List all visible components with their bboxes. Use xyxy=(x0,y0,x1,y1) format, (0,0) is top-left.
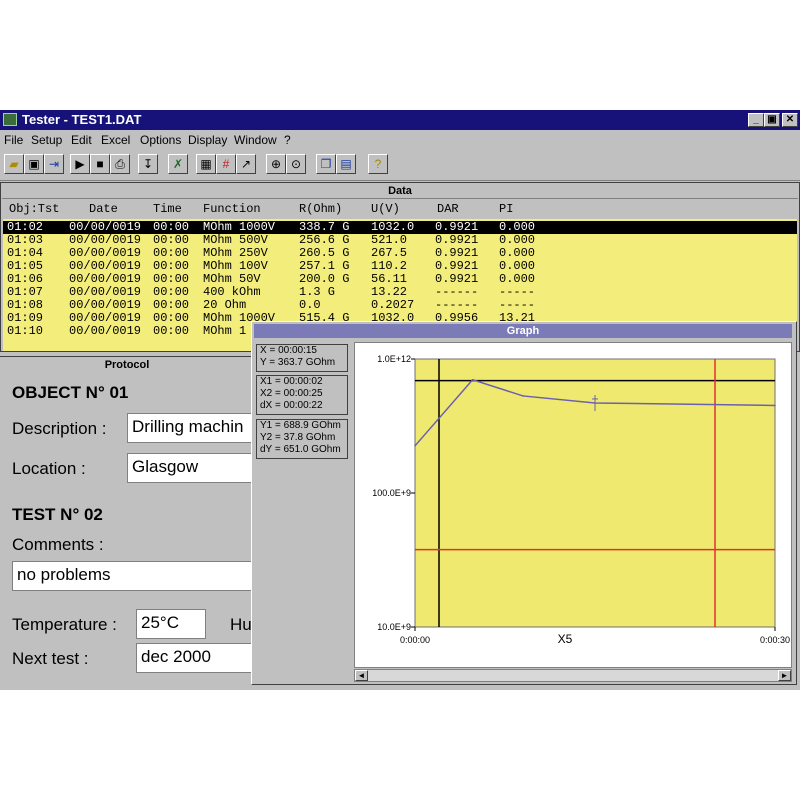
col-pi[interactable]: PI xyxy=(499,202,513,216)
series-point xyxy=(774,404,776,407)
data-window-title: Data xyxy=(2,184,798,199)
menu-help[interactable]: ? xyxy=(284,133,291,147)
restore-button[interactable]: ▣ xyxy=(764,113,780,127)
graph-panel: 1.0E+12 100.0E+9 10.0E+9 0:00:00 0:00:30 X5 xyxy=(354,342,792,668)
graph-window: Graph X = 00:00:15 Y = 363.7 GOhm X1 = 0… xyxy=(251,321,797,685)
protocol-window: Protocol OBJECT N° 01 Description : Dril… xyxy=(0,356,257,690)
cursor-info: X = 00:00:15 Y = 363.7 GOhm xyxy=(256,344,348,372)
scroll-right-icon[interactable]: ► xyxy=(778,670,791,681)
y1-value: Y1 = 688.9 GOhm xyxy=(260,420,341,431)
import-icon[interactable]: ⇥ xyxy=(44,154,64,174)
graph-chart[interactable]: 1.0E+12 100.0E+9 10.0E+9 0:00:00 0:00:30 X5 xyxy=(355,343,791,667)
graph-title[interactable]: Graph xyxy=(254,324,792,338)
cursor-y: Y = 363.7 GOhm xyxy=(260,357,336,368)
table-cell: 00/00/0019 xyxy=(69,324,142,338)
menu-edit[interactable]: Edit xyxy=(71,133,92,147)
series-point xyxy=(414,445,416,447)
menu-options[interactable]: Options xyxy=(140,133,181,147)
menu-setup[interactable]: Setup xyxy=(31,133,62,147)
x-tick-label: 0:00:00 xyxy=(400,635,430,645)
description-label: Description : xyxy=(12,419,107,438)
menu-file[interactable]: File xyxy=(4,133,23,147)
location-field[interactable]: Glasgow xyxy=(127,453,257,483)
col-date[interactable]: Date xyxy=(89,202,118,216)
x2-value: X2 = 00:00:25 xyxy=(260,388,323,399)
y-tick-label: 1.0E+12 xyxy=(377,354,411,364)
description-field[interactable]: Drilling machin xyxy=(127,413,257,443)
col-dar[interactable]: DAR xyxy=(437,202,459,216)
save-icon[interactable]: ▣ xyxy=(24,154,44,174)
col-r-ohm[interactable]: R(Ohm) xyxy=(299,202,342,216)
print-icon[interactable]: ⎙ xyxy=(110,154,130,174)
protocol-title: Protocol xyxy=(104,359,150,371)
close-button[interactable]: ✕ xyxy=(782,113,798,127)
stop-icon[interactable]: ■ xyxy=(90,154,110,174)
col-u-v[interactable]: U(V) xyxy=(371,202,400,216)
y2-value: Y2 = 37.8 GOhm xyxy=(260,432,336,443)
col-time[interactable]: Time xyxy=(153,202,182,216)
help-icon[interactable]: ? xyxy=(368,154,388,174)
window-cascade-icon[interactable]: ❐ xyxy=(316,154,336,174)
table-icon[interactable]: ▦ xyxy=(196,154,216,174)
horizontal-scrollbar[interactable]: ◄ ► xyxy=(354,669,792,682)
curve-icon[interactable]: ↗ xyxy=(236,154,256,174)
title-bar[interactable]: Tester - TEST1.DAT _ ▣ ✕ xyxy=(0,110,800,130)
scroll-left-icon[interactable]: ◄ xyxy=(355,670,368,681)
col-obj-tst[interactable]: Obj:Tst xyxy=(9,202,59,216)
temperature-label: Temperature : xyxy=(12,615,117,634)
play-icon[interactable]: ▶ xyxy=(70,154,90,174)
tester-window: Tester - TEST1.DAT _ ▣ ✕ File Setup Edit… xyxy=(0,110,800,690)
object-heading: OBJECT N° 01 xyxy=(12,383,129,402)
menu-bar: File Setup Edit Excel Options Display Wi… xyxy=(0,130,800,150)
x1-value: X1 = 00:00:02 xyxy=(260,376,323,387)
app-icon[interactable] xyxy=(3,113,17,126)
cursor-x: X = 00:00:15 xyxy=(260,345,317,356)
table-cell: 01:10 xyxy=(7,324,44,338)
test-heading: TEST N° 02 xyxy=(12,505,103,524)
comments-field[interactable]: no problems xyxy=(12,561,257,591)
window-title: Tester - TEST1.DAT xyxy=(22,112,142,127)
comments-label: Comments : xyxy=(12,535,104,554)
menu-excel[interactable]: Excel xyxy=(101,133,130,147)
toolbar: ▰ ▣ ⇥ ▶ ■ ⎙ ↧ ✗ ▦ # ↗ ⊕ ⊙ ❐ ▤ ? xyxy=(0,150,800,181)
y-cursor-info: Y1 = 688.9 GOhm Y2 = 37.8 GOhm dY = 651.… xyxy=(256,419,348,459)
menu-window[interactable]: Window xyxy=(234,133,277,147)
data-header: Obj:Tst Date Time Function R(Ohm) U(V) D… xyxy=(3,199,797,219)
grid-icon[interactable]: # xyxy=(216,154,236,174)
tools-icon[interactable]: ✗ xyxy=(168,154,188,174)
dy-value: dY = 651.0 GOhm xyxy=(260,444,341,455)
x-cursor-info: X1 = 00:00:02 X2 = 00:00:25 dX = 00:00:2… xyxy=(256,375,348,415)
zoom-in-icon[interactable]: ⊕ xyxy=(266,154,286,174)
next-test-label: Next test : xyxy=(12,649,89,668)
humidity-label: Hu xyxy=(230,615,252,634)
table-cell: 00:00 xyxy=(153,324,190,338)
probe-icon[interactable]: ↧ xyxy=(138,154,158,174)
y-tick-label: 100.0E+9 xyxy=(372,488,411,498)
minimize-button[interactable]: _ xyxy=(748,113,764,127)
col-function[interactable]: Function xyxy=(203,202,261,216)
series-point xyxy=(471,378,474,381)
open-icon[interactable]: ▰ xyxy=(4,154,24,174)
table-cell: MOhm 1 xyxy=(203,324,247,338)
window-tile-icon[interactable]: ▤ xyxy=(336,154,356,174)
temperature-field[interactable]: 25°C xyxy=(136,609,206,639)
y-tick-label: 10.0E+9 xyxy=(377,622,411,632)
series-point xyxy=(522,395,524,397)
x-tick-label: 0:00:30 xyxy=(760,635,790,645)
location-label: Location : xyxy=(12,459,86,478)
dx-value: dX = 00:00:22 xyxy=(260,400,323,411)
next-test-field[interactable]: dec 2000 xyxy=(136,643,257,673)
zoom-label: X5 xyxy=(558,632,573,646)
zoom-fit-icon[interactable]: ⊙ xyxy=(286,154,306,174)
menu-display[interactable]: Display xyxy=(188,133,227,147)
